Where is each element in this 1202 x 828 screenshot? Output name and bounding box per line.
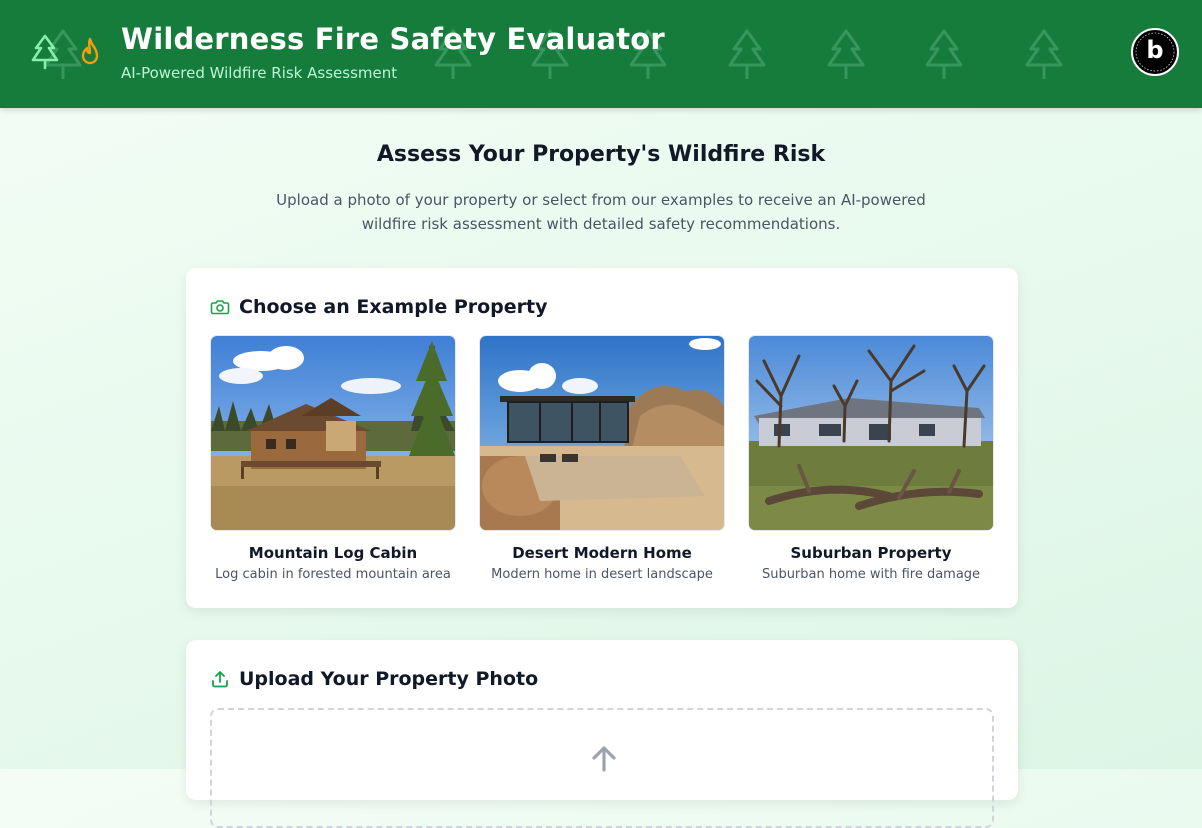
badge-letter: b xyxy=(1146,36,1164,64)
upload-header: Upload Your Property Photo xyxy=(210,668,538,690)
powered-by-badge[interactable]: b xyxy=(1131,28,1179,76)
suburban-property-image xyxy=(749,336,993,530)
example-properties-header: Choose an Example Property xyxy=(210,296,548,318)
tree-icon xyxy=(31,34,59,70)
background-tree-icon xyxy=(728,29,766,79)
example-name: Desert Modern Home xyxy=(512,544,692,562)
mountain-log-cabin-image xyxy=(211,336,455,530)
page-description: Upload a photo of your property or selec… xyxy=(276,191,926,233)
upload-card: Upload Your Property Photo xyxy=(186,640,1018,828)
example-description: Suburban home with fire damage xyxy=(761,567,981,582)
example-properties-title: Choose an Example Property xyxy=(239,296,548,318)
example-description: Log cabin in forested mountain area xyxy=(215,567,451,582)
example-properties-card: Choose an Example Property Mountain Log … xyxy=(186,268,1018,608)
desert-modern-home-image xyxy=(480,336,724,530)
background-tree-icon xyxy=(925,29,963,79)
example-suburban-property[interactable]: Suburban Property Suburban home with fir… xyxy=(749,336,993,582)
upload-title: Upload Your Property Photo xyxy=(239,668,539,690)
example-name: Suburban Property xyxy=(790,544,952,562)
example-desert-modern-home[interactable]: Desert Modern Home Modern home in desert… xyxy=(480,336,724,582)
camera-icon xyxy=(210,300,230,315)
app-subtitle: AI-Powered Wildfire Risk Assessment xyxy=(121,64,398,82)
upload-icon xyxy=(212,671,228,688)
background-tree-icon xyxy=(827,29,865,79)
example-mountain-log-cabin[interactable]: Mountain Log Cabin Log cabin in forested… xyxy=(211,336,455,582)
app-header: Wilderness Fire Safety Evaluator AI-Powe… xyxy=(0,0,1202,108)
example-name: Mountain Log Cabin xyxy=(248,544,418,562)
example-description: Modern home in desert landscape xyxy=(491,567,713,582)
arrow-up-icon xyxy=(592,746,616,772)
background-tree-icon xyxy=(1025,29,1063,79)
flame-icon xyxy=(81,37,99,65)
app-title: Wilderness Fire Safety Evaluator xyxy=(121,22,665,56)
page-heading: Assess Your Property's Wildfire Risk xyxy=(376,142,826,167)
upload-dropzone[interactable] xyxy=(210,708,994,828)
